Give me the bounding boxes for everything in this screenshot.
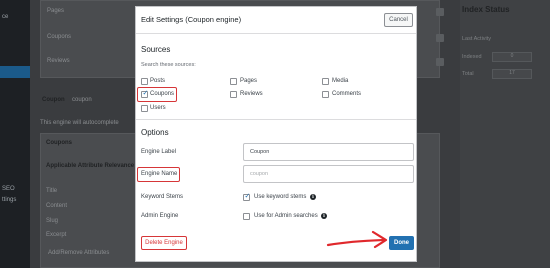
source-row-coupons: Coupons (47, 34, 72, 40)
keyword-stems-text: Use keyword stems (254, 194, 307, 200)
checkbox-comments[interactable] (322, 91, 329, 98)
sidebar-active-item[interactable] (0, 66, 30, 78)
total-label: Total (462, 71, 474, 77)
checkbox-coupons[interactable] (141, 89, 148, 98)
info-icon[interactable]: i (310, 194, 316, 200)
row-toggle-icon[interactable] (436, 58, 444, 66)
row-toggle-icon[interactable] (436, 34, 444, 42)
source-section-title: Coupons (46, 140, 72, 146)
engine-label-label: Engine Label (141, 149, 177, 155)
index-status-title: Index Status (462, 5, 510, 14)
indexed-label: Indexed (462, 54, 482, 60)
engine-name-input[interactable]: coupon (243, 165, 414, 183)
attribute-field: Title (46, 188, 58, 194)
add-remove-attributes-button[interactable]: Add/Remove Attributes (48, 250, 109, 256)
source-label-pages: Pages (240, 78, 258, 84)
checkbox-posts[interactable] (141, 78, 148, 85)
admin-engine-text: Use for Admin searches (254, 213, 318, 219)
done-button[interactable]: Done (389, 236, 414, 250)
engine-label-input[interactable]: Coupon (243, 143, 414, 161)
engine-name-label: Engine Name (141, 171, 178, 177)
checkbox-pages[interactable] (230, 78, 237, 85)
attribute-title: Applicable Attribute Relevance (46, 163, 135, 169)
checkbox-keyword-stems[interactable] (243, 192, 250, 201)
cancel-button[interactable]: Cancel (384, 13, 413, 27)
delete-engine-button[interactable]: Delete Engine (141, 236, 187, 250)
admin-sidebar (0, 0, 30, 268)
source-row-pages: Pages (47, 8, 65, 14)
sidebar-item[interactable]: ce (2, 14, 8, 20)
checkbox-media[interactable] (322, 78, 329, 85)
sidebar-item[interactable]: SEO (2, 186, 15, 192)
keyword-stems-label: Keyword Stems (141, 194, 184, 200)
source-label-reviews: Reviews (240, 91, 263, 97)
source-label-comments: Comments (332, 91, 362, 97)
last-activity-label: Last Activity (462, 36, 492, 42)
indexed-value: 0 (492, 52, 532, 62)
source-label-media: Media (332, 78, 349, 84)
annotation-arrow-icon (326, 230, 388, 249)
checkbox-reviews[interactable] (230, 91, 237, 98)
row-toggle-icon[interactable] (436, 8, 444, 16)
admin-engine-label: Admin Engine (141, 213, 179, 219)
edit-settings-modal (135, 6, 417, 262)
info-icon[interactable]: i (321, 213, 327, 219)
engine-label-bg: Coupon (42, 97, 65, 103)
engine-slug-bg: coupon (72, 97, 92, 103)
attribute-field: Slug (46, 218, 59, 224)
source-label-coupons: Coupons (150, 91, 175, 97)
checkbox-admin-engine[interactable] (243, 213, 250, 220)
source-label-users: Users (150, 105, 166, 111)
checkbox-users[interactable] (141, 105, 148, 112)
attribute-field: Excerpt (46, 232, 67, 238)
engine-hint-bg: This engine will autocomplete (40, 120, 119, 126)
divider (136, 119, 416, 120)
attribute-field: Content (46, 203, 68, 209)
modal-title: Edit Settings (Coupon engine) (141, 15, 242, 24)
sources-heading: Sources (141, 45, 171, 54)
source-row-reviews: Reviews (47, 58, 70, 64)
options-heading: Options (141, 128, 169, 137)
sidebar-item[interactable]: ttings (2, 197, 16, 203)
total-value: 17 (492, 69, 532, 79)
sources-hint: Search these sources: (141, 62, 196, 68)
source-label-posts: Posts (150, 78, 166, 84)
divider (136, 33, 416, 34)
